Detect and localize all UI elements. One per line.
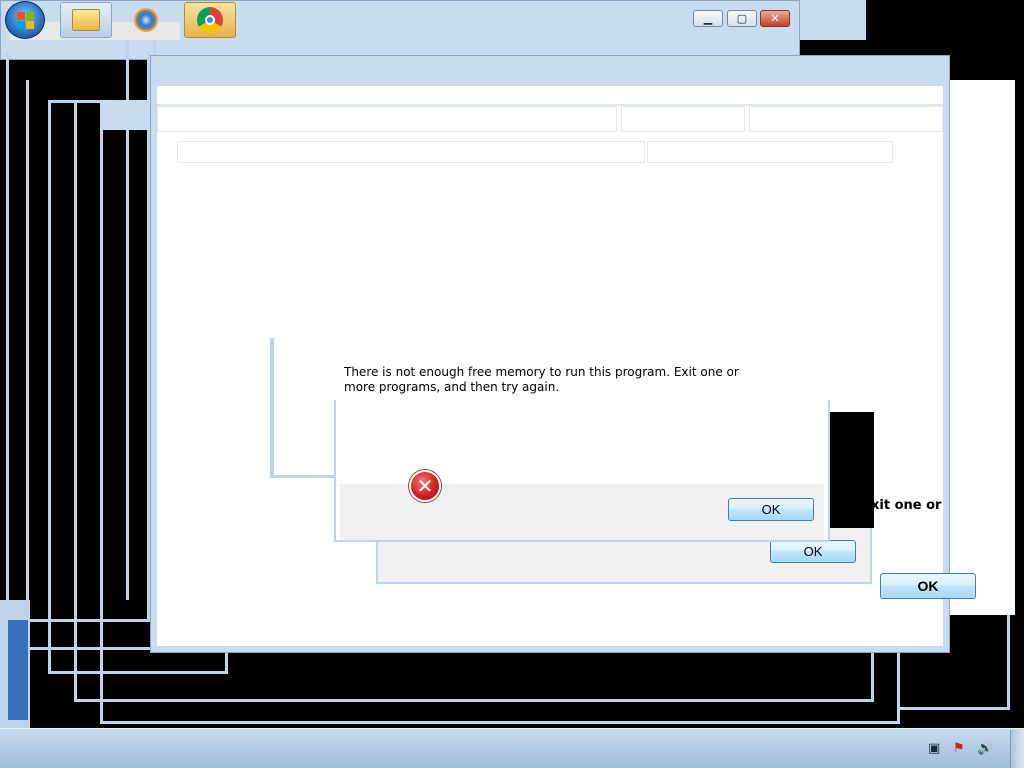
error-message: There is not enough free memory to run t… — [344, 365, 739, 394]
network-icon[interactable]: ▣ — [928, 740, 944, 756]
action-center-icon[interactable]: ⚑ — [953, 740, 969, 756]
show-desktop-button[interactable] — [1010, 730, 1024, 768]
ok-button-2[interactable]: OK — [770, 540, 856, 563]
windows-start-icon — [17, 12, 35, 30]
main-window-field — [177, 141, 645, 163]
taskbar-media-player[interactable] — [120, 2, 172, 38]
error-dialog-2-shadow — [830, 412, 874, 528]
maximize-button[interactable]: ▢ — [727, 10, 757, 27]
bg-window-top-right — [800, 0, 866, 40]
ghost-message-text: xit one or — [871, 498, 942, 513]
main-window-toolbar — [621, 106, 745, 132]
close-icon: ✕ — [770, 13, 780, 25]
chrome-icon — [197, 7, 223, 33]
main-window-toolbar — [157, 106, 617, 132]
volume-icon[interactable]: 🔊 — [977, 740, 993, 756]
error-x-glyph: ✕ — [416, 475, 434, 498]
minimize-icon: ▁ — [703, 13, 713, 25]
error-icon: ✕ — [409, 470, 441, 502]
media-player-icon — [134, 8, 158, 32]
ghost-window-frame — [8, 620, 28, 720]
main-window-field — [647, 141, 893, 163]
maximize-icon: ▢ — [736, 13, 748, 25]
close-button[interactable]: ✕ — [760, 10, 790, 27]
ghost-window-strip — [940, 80, 1015, 615]
minimize-button[interactable]: ▁ — [693, 10, 723, 27]
ok-button-1[interactable]: OK — [728, 498, 814, 521]
main-window-toolbar — [749, 106, 943, 132]
folder-icon — [72, 9, 100, 31]
start-button[interactable] — [5, 1, 45, 39]
taskbar-explorer[interactable] — [60, 2, 112, 38]
ok-button-3[interactable]: OK — [880, 573, 976, 599]
taskbar — [0, 728, 1024, 768]
taskbar-chrome[interactable] — [184, 2, 236, 38]
